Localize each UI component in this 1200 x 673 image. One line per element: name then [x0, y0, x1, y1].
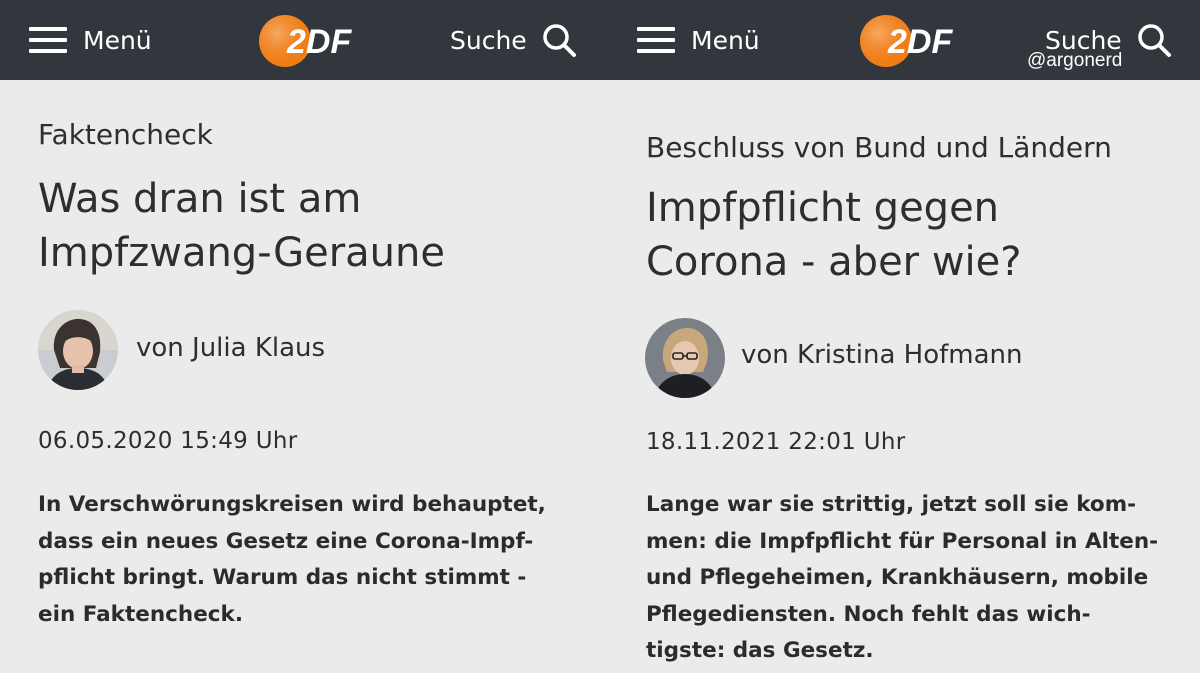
left-screenshot-panel: Menü 2DF Suche Faktencheck Was dran ist …: [0, 0, 608, 673]
headline-line: Was dran ist am: [38, 176, 362, 222]
teaser-line: In Verschwörungskreisen wird behauptet,: [38, 492, 546, 517]
author-avatar[interactable]: [645, 318, 725, 398]
article-teaser: In Verschwörungskreisen wird behauptet, …: [38, 487, 546, 633]
right-screenshot-panel: Menü 2DF Suche @argonerd Beschluss von B…: [608, 0, 1200, 673]
menu-button[interactable]: Menü: [637, 0, 760, 80]
article-kicker: Beschluss von Bund und Ländern: [646, 131, 1112, 164]
teaser-line: Lange war sie strittig, jetzt soll sie k…: [646, 492, 1137, 517]
zdf-logo[interactable]: 2DF: [855, 13, 955, 69]
headline-line: Impfzwang-Geraune: [38, 230, 445, 276]
teaser-line: tigste: das Gesetz.: [646, 638, 874, 663]
teaser-line: pflicht bringt. Warum das nicht stimmt -: [38, 565, 527, 590]
article-headline[interactable]: Was dran ist am Impfzwang-Geraune: [38, 172, 445, 280]
hamburger-menu-icon: [637, 27, 675, 53]
logo-text: 2DF: [887, 23, 953, 61]
teaser-line: ein Faktencheck.: [38, 601, 243, 627]
author-avatar[interactable]: [38, 310, 118, 390]
menu-label: Menü: [691, 25, 760, 55]
teaser-line: men: die Impfpflicht für Personal in Alt…: [646, 528, 1159, 554]
search-label: Suche: [450, 25, 527, 55]
teaser-line: dass ein neues Gesetz eine Corona-Impf-: [38, 528, 534, 554]
search-icon: [542, 24, 576, 57]
author-byline[interactable]: von Julia Klaus: [136, 333, 325, 363]
publish-datetime: 06.05.2020 15:49 Uhr: [38, 428, 298, 454]
article-kicker: Faktencheck: [38, 118, 213, 151]
logo-text: 2DF: [286, 23, 352, 61]
article-teaser: Lange war sie strittig, jetzt soll sie k…: [646, 487, 1158, 670]
top-navigation-bar: Menü 2DF Suche: [0, 0, 608, 80]
hamburger-menu-icon: [29, 27, 67, 53]
zdf-logo[interactable]: 2DF: [254, 13, 354, 69]
headline-line: Impfpflicht gegen: [646, 185, 1000, 231]
menu-label: Menü: [83, 25, 152, 55]
teaser-line: Pflegediensten. Noch fehlt das wich-: [646, 601, 1091, 627]
teaser-line: und Pflegeheimen, Krankhäusern, mobile: [646, 565, 1149, 590]
publish-datetime: 18.11.2021 22:01 Uhr: [646, 429, 906, 455]
search-icon: [1137, 24, 1171, 57]
search-button[interactable]: Suche: [450, 0, 577, 80]
author-byline[interactable]: von Kristina Hofmann: [741, 340, 1022, 370]
headline-line: Corona - aber wie?: [646, 239, 1022, 285]
article-headline[interactable]: Impfpflicht gegen Corona - aber wie?: [646, 181, 1022, 289]
watermark-text: @argonerd: [1027, 50, 1123, 71]
menu-button[interactable]: Menü: [29, 0, 152, 80]
top-navigation-bar: Menü 2DF Suche @argonerd: [608, 0, 1200, 80]
